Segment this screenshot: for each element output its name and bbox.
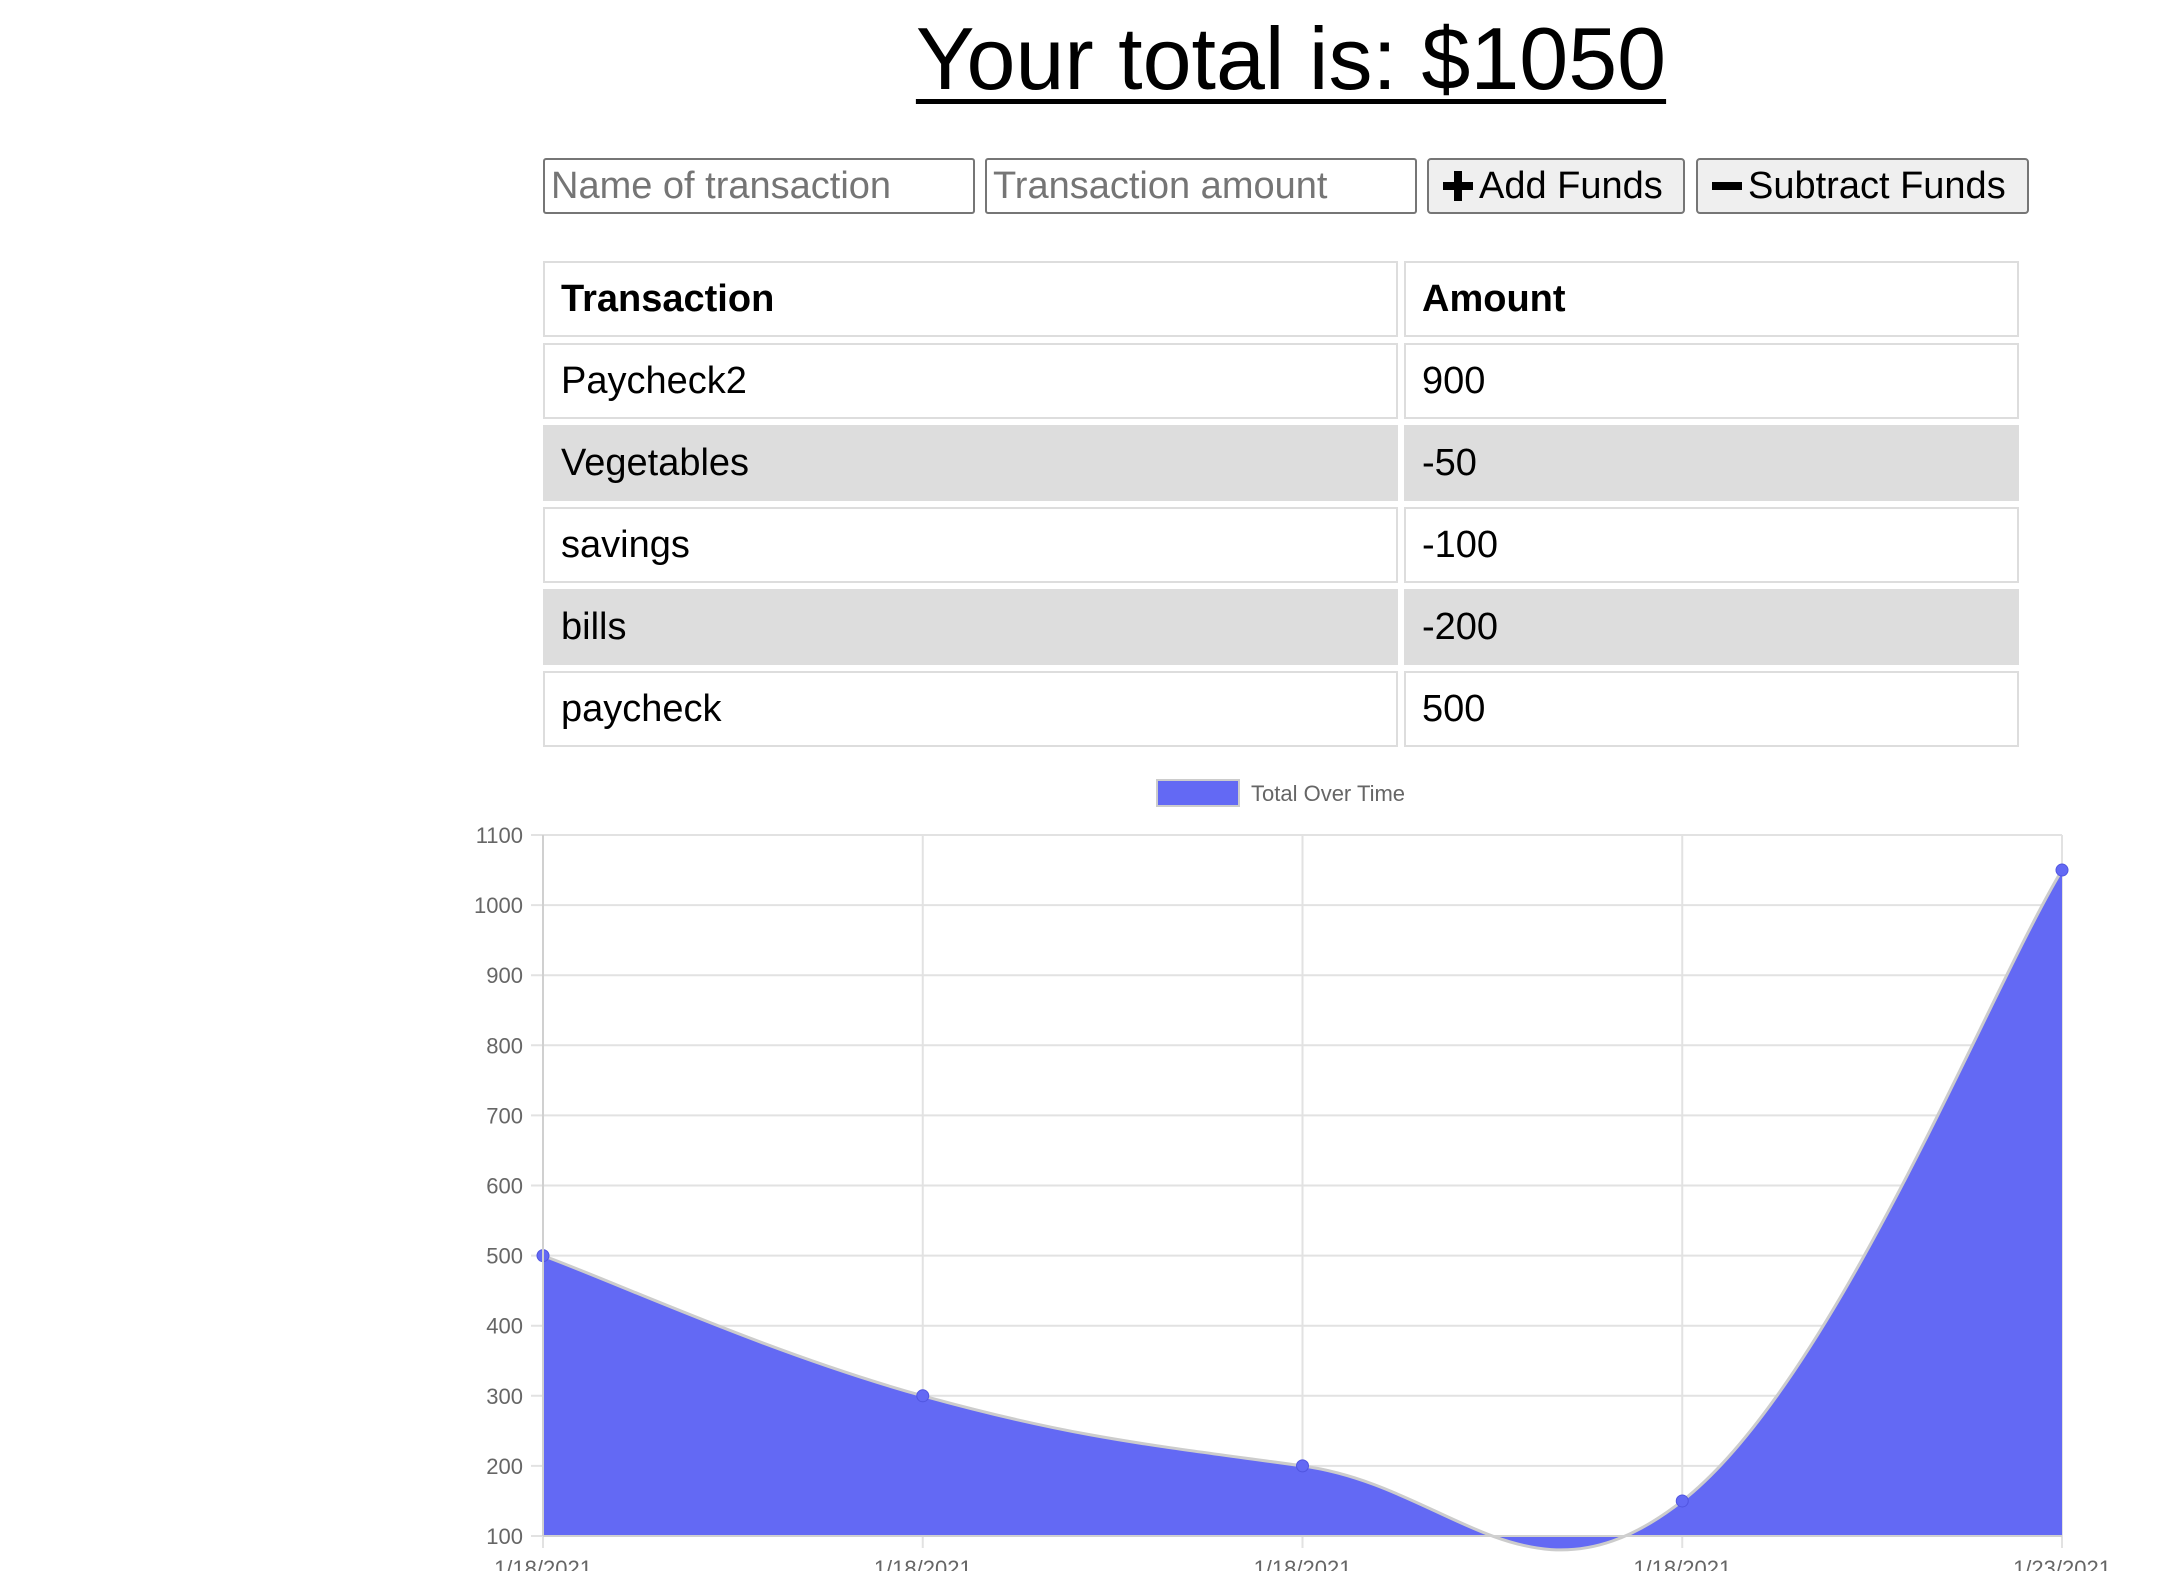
y-tick-label: 900 bbox=[486, 963, 523, 988]
y-tick-label: 1000 bbox=[474, 893, 523, 918]
transaction-name-cell: Paycheck2 bbox=[543, 343, 1398, 419]
data-point bbox=[1675, 1494, 1689, 1508]
data-point bbox=[916, 1389, 930, 1403]
y-tick-label: 100 bbox=[486, 1524, 523, 1549]
table-row: savings -100 bbox=[543, 507, 2019, 583]
x-tick-label: 1/23/2021 bbox=[2013, 1556, 2111, 1571]
transaction-amount-cell: 900 bbox=[1404, 343, 2019, 419]
x-tick-label: 1/18/2021 bbox=[1254, 1556, 1352, 1571]
transaction-amount-cell: -200 bbox=[1404, 589, 2019, 665]
y-tick-label: 500 bbox=[486, 1244, 523, 1269]
x-tick-label: 1/18/2021 bbox=[494, 1556, 592, 1571]
transaction-name-cell: savings bbox=[543, 507, 1398, 583]
total-over-time-chart: 1100 1000 900 800 700 600 500 400 300 200 100 1/18/… bbox=[0, 770, 2182, 1571]
table-row: paycheck 500 bbox=[543, 671, 2019, 747]
transactions-table: Transaction Amount Paycheck2 900 Vegetab… bbox=[537, 255, 2025, 753]
minus-icon bbox=[1712, 171, 1742, 201]
transaction-name-cell: paycheck bbox=[543, 671, 1398, 747]
chart-svg: 1100 1000 900 800 700 600 500 400 300 200 100 1/18/… bbox=[474, 779, 2111, 1571]
column-header-amount: Amount bbox=[1404, 261, 2019, 337]
subtract-funds-label: Subtract Funds bbox=[1748, 164, 2006, 207]
x-tick-label: 1/18/2021 bbox=[1633, 1556, 1731, 1571]
legend-swatch bbox=[1156, 779, 1240, 807]
y-tick-label: 200 bbox=[486, 1454, 523, 1479]
add-funds-label: Add Funds bbox=[1479, 164, 1663, 207]
y-tick-label: 400 bbox=[486, 1314, 523, 1339]
y-tick-label: 1100 bbox=[476, 823, 523, 848]
y-tick-label: 700 bbox=[486, 1103, 523, 1128]
table-row: Paycheck2 900 bbox=[543, 343, 2019, 419]
subtract-funds-button[interactable]: Subtract Funds bbox=[1696, 158, 2029, 214]
transaction-amount-cell: -100 bbox=[1404, 507, 2019, 583]
transaction-name-cell: Vegetables bbox=[543, 425, 1398, 501]
transaction-name-cell: bills bbox=[543, 589, 1398, 665]
data-point bbox=[2055, 863, 2069, 877]
transaction-amount-input[interactable] bbox=[985, 158, 1417, 214]
x-tick-label: 1/18/2021 bbox=[874, 1556, 972, 1571]
transaction-amount-cell: 500 bbox=[1404, 671, 2019, 747]
data-point bbox=[1296, 1459, 1309, 1473]
y-tick-label: 300 bbox=[486, 1384, 523, 1409]
table-row: Vegetables -50 bbox=[543, 425, 2019, 501]
transaction-amount-cell: -50 bbox=[1404, 425, 2019, 501]
add-funds-button[interactable]: Add Funds bbox=[1427, 158, 1685, 214]
table-row: bills -200 bbox=[543, 589, 2019, 665]
legend-label: Total Over Time bbox=[1251, 781, 1405, 806]
total-heading: Your total is: $1050 bbox=[915, 9, 1667, 108]
y-tick-label: 800 bbox=[486, 1033, 523, 1058]
column-header-transaction: Transaction bbox=[543, 261, 1398, 337]
transaction-name-input[interactable] bbox=[543, 158, 975, 214]
table-header-row: Transaction Amount bbox=[543, 261, 2019, 337]
y-tick-label: 600 bbox=[486, 1174, 523, 1199]
plus-icon bbox=[1443, 171, 1473, 201]
